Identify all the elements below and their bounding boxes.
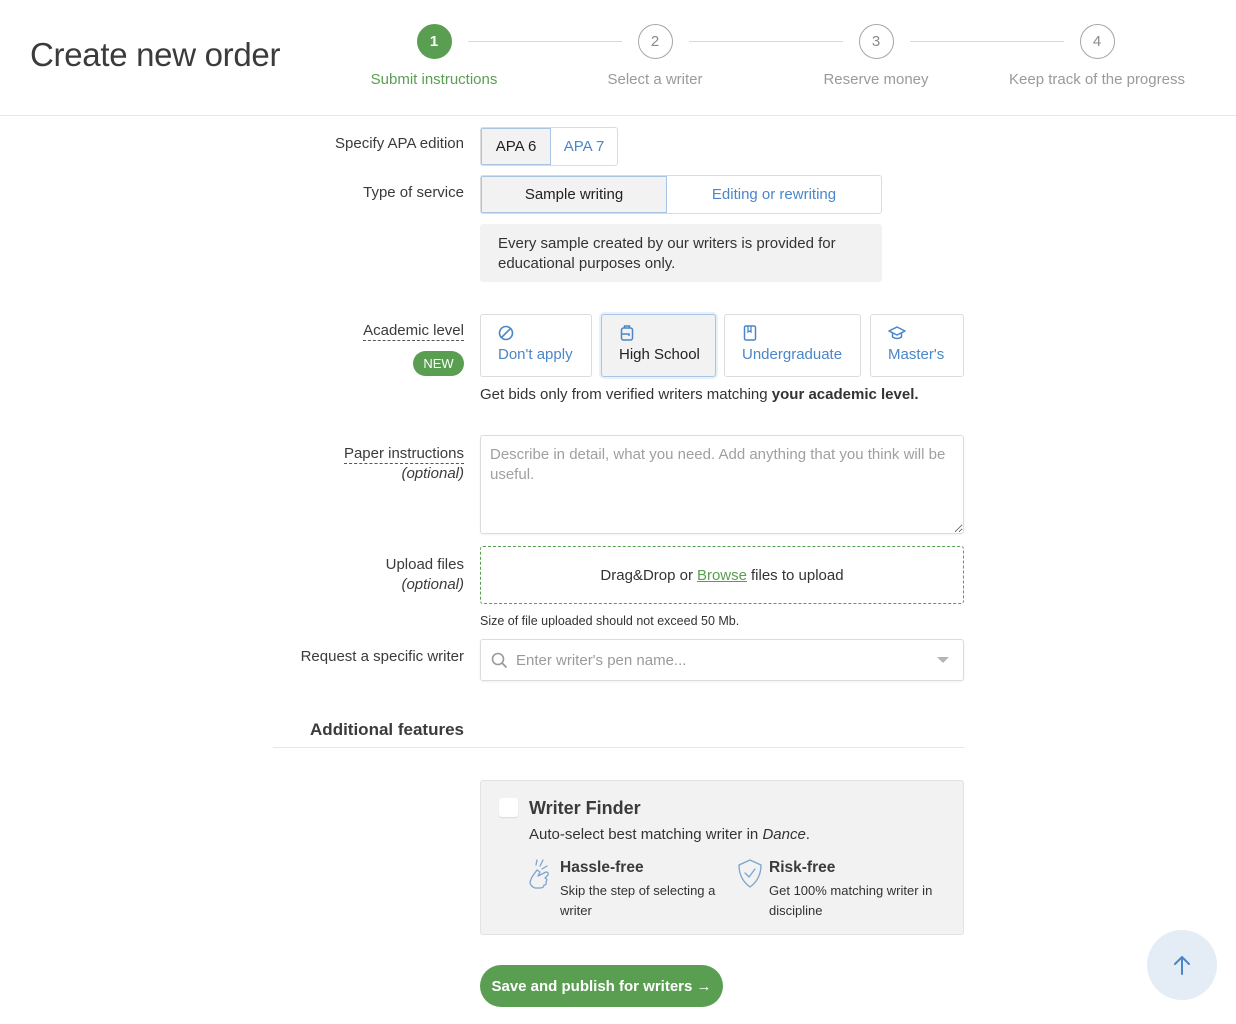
level-option-dont-apply[interactable]: Don't apply	[480, 314, 592, 377]
section-divider	[273, 747, 964, 748]
optional-label: (optional)	[401, 465, 464, 482]
progress-stepper: 1 Submit instructions 2 Select a writer …	[360, 24, 1210, 94]
step-label: Select a writer	[607, 71, 703, 88]
writer-search-select[interactable]	[480, 639, 964, 681]
graduation-cap-icon	[888, 326, 906, 340]
sample-writing-option[interactable]: Sample writing	[481, 176, 667, 213]
desc-text: Auto-select best matching writer in	[529, 826, 763, 843]
book-icon	[743, 325, 757, 341]
level-option-label: High School	[619, 346, 700, 363]
save-and-publish-button[interactable]: Save and publish for writers →	[480, 965, 723, 1007]
step-label: Keep track of the progress	[1009, 71, 1185, 88]
feature-title: Hassle-free	[560, 859, 644, 876]
feature-description: Get 100% matching writer in discipline	[769, 883, 933, 918]
paper-instructions-input[interactable]	[480, 435, 964, 534]
academic-level-hint: Get bids only from verified writers matc…	[480, 386, 919, 403]
file-dropzone[interactable]: Drag&Drop or Browse files to upload	[480, 546, 964, 604]
chevron-down-icon[interactable]	[937, 657, 949, 663]
step-number: 3	[858, 24, 894, 59]
step-number: 2	[637, 24, 673, 59]
prohibited-icon	[498, 325, 514, 341]
hint-text: Get bids only from verified writers matc…	[480, 386, 772, 403]
editing-rewriting-option[interactable]: Editing or rewriting	[667, 176, 881, 213]
additional-features-heading: Additional features	[310, 720, 464, 739]
desc-suffix: .	[805, 826, 810, 843]
writer-finder-description: Auto-select best matching writer in Danc…	[529, 826, 810, 843]
academic-level-label-text: Academic level	[363, 322, 464, 341]
snap-fingers-icon	[529, 859, 549, 889]
paper-instructions-label-text: Paper instructions	[343, 445, 464, 464]
step-select-writer: 2 Select a writer	[555, 24, 755, 88]
browse-link[interactable]: Browse	[697, 567, 747, 584]
backpack-icon	[620, 325, 634, 341]
academic-level-label: Academic level	[363, 322, 464, 341]
feature-title: Risk-free	[769, 859, 836, 876]
scroll-to-top-button[interactable]	[1147, 930, 1217, 1000]
desc-subject: Dance	[762, 826, 806, 843]
apa-6-option[interactable]: APA 6	[481, 128, 551, 165]
page-header: Create new order 1 Submit instructions 2…	[0, 0, 1236, 116]
step-reserve-money: 3 Reserve money	[776, 24, 976, 88]
arrow-up-icon	[1174, 956, 1190, 975]
writer-finder-checkbox[interactable]	[499, 798, 518, 817]
feature-description: Skip the step of selecting a writer	[560, 883, 716, 918]
level-option-undergraduate[interactable]: Undergraduate	[724, 314, 861, 377]
service-type-label: Type of service	[363, 184, 464, 201]
writer-finder-card: Writer Finder Auto-select best matching …	[480, 780, 964, 935]
request-writer-label: Request a specific writer	[300, 648, 464, 665]
apa-7-option[interactable]: APA 7	[551, 128, 617, 165]
step-track-progress: 4 Keep track of the progress	[997, 24, 1197, 88]
step-number: 4	[1079, 24, 1115, 59]
step-submit-instructions: 1 Submit instructions	[334, 24, 534, 88]
step-number: 1	[416, 24, 452, 59]
step-label: Reserve money	[823, 71, 929, 88]
shield-check-icon	[738, 859, 762, 888]
writer-pen-name-input[interactable]	[516, 651, 916, 669]
level-option-high-school[interactable]: High School	[601, 314, 716, 377]
service-type-selector: Sample writing Editing or rewriting	[480, 175, 882, 214]
dropzone-text-suffix: files to upload	[751, 566, 844, 584]
step-label: Submit instructions	[370, 71, 498, 88]
optional-label: (optional)	[401, 576, 464, 593]
page-title: Create new order	[30, 36, 281, 73]
file-size-hint: Size of file uploaded should not exceed …	[480, 614, 740, 628]
upload-files-label-text: Upload files	[385, 556, 464, 573]
paper-instructions-label: Paper instructions (optional)	[343, 444, 464, 484]
level-option-label: Don't apply	[498, 346, 573, 363]
search-icon	[491, 652, 508, 668]
apa-edition-selector: APA 6 APA 7	[480, 127, 618, 166]
new-badge: NEW	[413, 351, 464, 376]
dropzone-text: Drag&Drop or	[600, 566, 693, 584]
writer-finder-title: Writer Finder	[529, 798, 641, 818]
level-option-label: Master's	[888, 346, 945, 363]
level-option-label: Undergraduate	[742, 346, 843, 363]
apa-edition-label: Specify APA edition	[335, 135, 464, 152]
service-notice: Every sample created by our writers is p…	[480, 224, 882, 282]
upload-files-label: Upload files (optional)	[386, 555, 464, 595]
hint-bold-text: your academic level.	[771, 386, 919, 403]
level-option-masters[interactable]: Master's	[870, 314, 964, 377]
